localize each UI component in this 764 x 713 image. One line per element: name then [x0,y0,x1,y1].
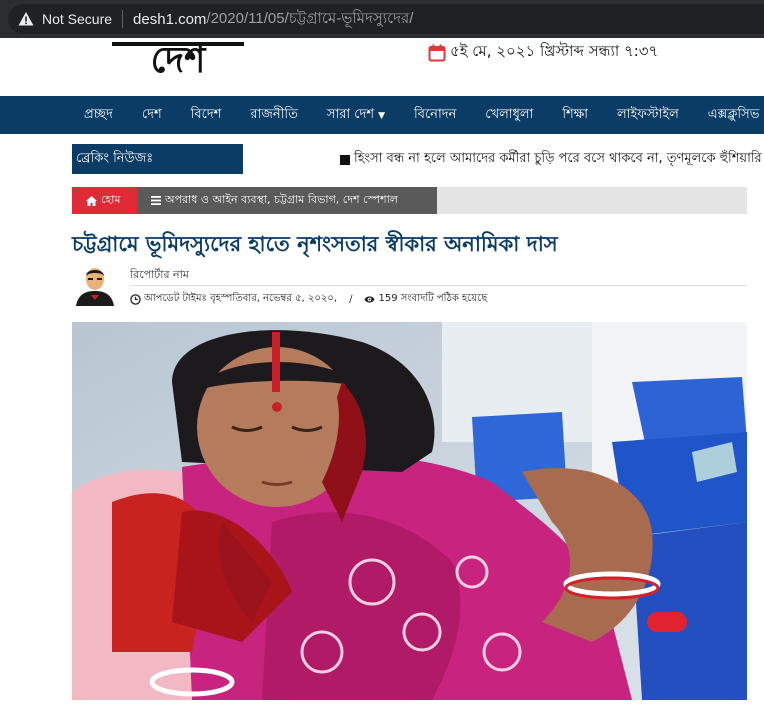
caret-down-icon: ▼ [378,110,385,121]
eye-icon [364,296,376,303]
bars-icon [151,196,161,205]
nav-item-home[interactable]: প্রচ্ছদ [84,105,113,126]
site-logo[interactable]: দেশ [112,38,244,82]
square-bullet-icon [340,154,350,165]
breaking-news-label: ব্রেকিং নিউজঃ [72,144,243,174]
header-date: ৫ই মে, ২০২১ খ্রিস্টাব্দ সন্ধ্যা ৭:৩৭ [428,40,658,65]
not-secure-label[interactable]: Not Secure [42,11,112,27]
main-nav: প্রচ্ছদ দেশ বিদেশ রাজনীতি সারা দেশ ▼ বিনো… [0,96,764,134]
featured-image-illustration [72,322,747,700]
nav-item-education[interactable]: শিক্ষা [562,105,588,126]
breaking-news-ticker[interactable]: হিংসা বন্ধ না হলে আমাদের কর্মীরা চুড়ি প… [340,149,762,170]
nav-item-international[interactable]: বিদেশ [191,105,222,126]
breadcrumb-categories[interactable]: অপরাধ ও আইন ব্যবস্থা, চট্টগ্রাম বিভাগ, দ… [137,187,437,214]
reporter-avatar [72,264,118,306]
site-header: দেশ ৫ই মে, ২০২১ খ্রিস্টাব্দ সন্ধ্যা ৭:৩৭ [0,38,764,96]
reporter-name[interactable]: রিপোর্টার নাম [130,266,189,285]
logo-text: দেশ [151,40,208,81]
updated-time: আপডেট টাইমঃ বৃহস্পতিবার, নভেম্বর ৫, ২০২০… [144,293,338,304]
nav-item-whole-country[interactable]: সারা দেশ ▼ [327,105,385,126]
url-host[interactable]: desh1.com [133,11,206,28]
url-field[interactable]: Not Secure desh1.com /2020/11/05/চট্টগ্র… [8,4,764,34]
ticker-text[interactable]: হিংসা বন্ধ না হলে আমাদের কর্মীরা চুড়ি প… [354,149,762,170]
nav-item-lifestyle[interactable]: লাইফস্টাইল [617,105,679,126]
nav-item-politics[interactable]: রাজনীতি [250,105,298,126]
article-meta: আপডেট টাইমঃ বৃহস্পতিবার, নভেম্বর ৫, ২০২০… [130,291,487,308]
home-icon [86,195,97,206]
featured-image[interactable] [72,322,747,700]
browser-address-bar: Not Secure desh1.com /2020/11/05/চট্টগ্র… [0,0,764,38]
nav-item-whole-country-label: সারা দেশ [326,106,375,122]
meta-separator: / [349,294,353,305]
nav-item-exclusive[interactable]: এক্সক্লুসিভ [708,105,760,126]
nav-item-country[interactable]: দেশ [142,105,162,126]
clock-icon [130,294,141,305]
meta-divider [130,285,747,286]
breadcrumb-home[interactable]: হোম [72,187,137,214]
nav-item-entertainment[interactable]: বিনোদন [414,105,456,126]
url-path[interactable]: /2020/11/05/চট্টগ্রামে-ভূমিদস্যুদের/ [206,7,413,32]
view-count: 159 সংবাদটি পঠিক হয়েছে [378,293,488,304]
article-headline: চট্টগ্রামে ভূমিদস্যুদের হাতে নৃশংসতার স্… [72,232,558,256]
nav-item-sports[interactable]: খেলাধুলা [485,105,533,126]
date-text: ৫ই মে, ২০২১ খ্রিস্টাব্দ সন্ধ্যা ৭:৩৭ [450,42,659,60]
calendar-icon [428,44,446,61]
breadcrumb-home-label: হোম [101,193,121,206]
breadcrumb-categories-label: অপরাধ ও আইন ব্যবস্থা, চট্টগ্রাম বিভাগ, দ… [165,193,398,206]
url-divider [122,10,124,28]
warning-icon[interactable] [18,11,34,27]
